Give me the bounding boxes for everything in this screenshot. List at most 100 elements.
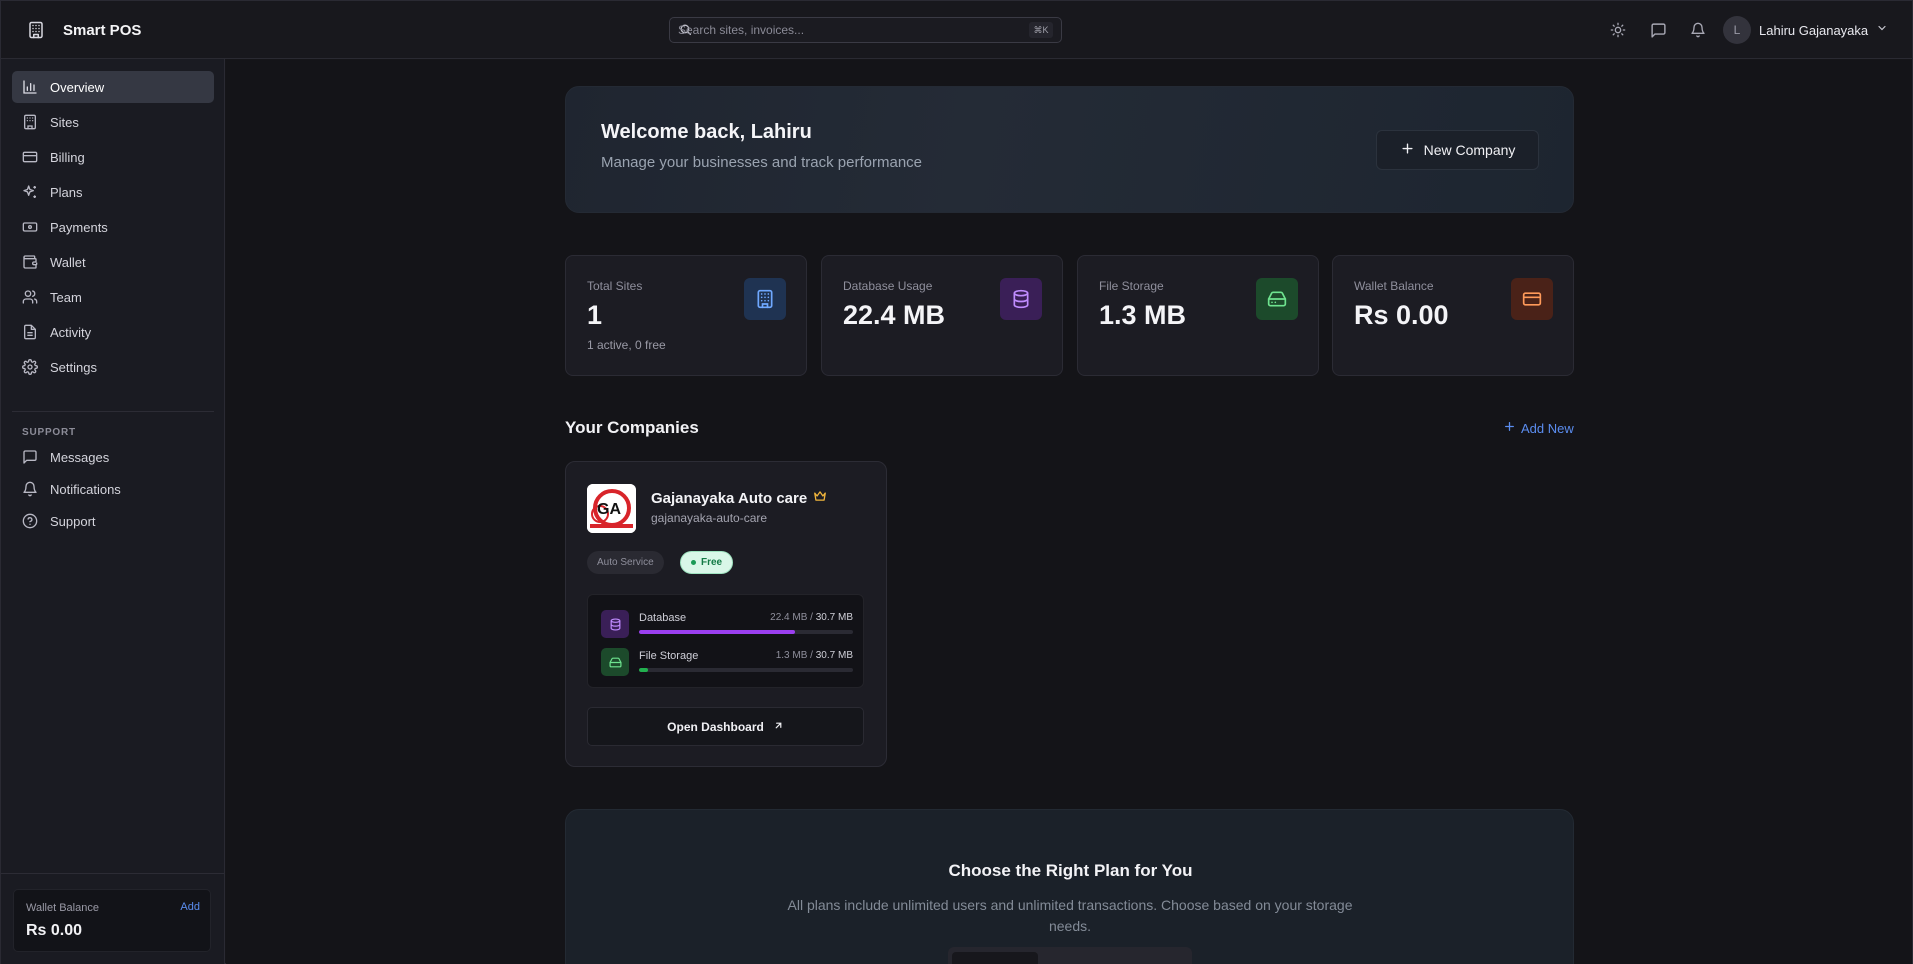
chevron-down-icon xyxy=(1876,21,1888,39)
stat-label: Wallet Balance xyxy=(1354,279,1434,293)
sparkles-icon xyxy=(22,184,38,200)
add-new-company-link[interactable]: Add New xyxy=(1503,420,1574,436)
arrow-up-right-icon xyxy=(773,720,784,734)
app-window: Smart POS ⌘K L Lahiru Gajanayaka xyxy=(0,0,1913,964)
sidebar: Overview Sites Billing Plans Payments Wa… xyxy=(1,59,225,964)
toggle-segment-active[interactable] xyxy=(952,952,1038,964)
usage-row-file-storage: File Storage 1.3 MB / 30.7 MB xyxy=(601,648,853,676)
sidebar-item-label: Sites xyxy=(50,114,79,130)
user-name: Lahiru Gajanayaka xyxy=(1759,22,1869,38)
company-name-row[interactable]: Gajanayaka Auto care xyxy=(651,489,827,507)
plans-section: Choose the Right Plan for You All plans … xyxy=(565,809,1574,964)
open-dashboard-label: Open Dashboard xyxy=(667,719,764,734)
company-logo: GA xyxy=(587,484,636,533)
gear-icon xyxy=(22,359,38,375)
usage-total: 30.7 MB xyxy=(815,650,853,661)
banknote-icon xyxy=(22,219,38,235)
sidebar-item-plans[interactable]: Plans xyxy=(12,176,214,208)
open-dashboard-button[interactable]: Open Dashboard xyxy=(587,707,864,746)
building-icon xyxy=(744,278,786,320)
add-new-label: Add New xyxy=(1521,420,1574,436)
sidebar-item-label: Notifications xyxy=(50,481,121,497)
usage-used: 1.3 MB xyxy=(775,650,808,661)
sidebar-divider xyxy=(12,411,214,412)
wallet-add-link[interactable]: Add xyxy=(180,901,200,913)
sidebar-wallet-card: Wallet Balance Add Rs 0.00 xyxy=(13,889,211,952)
main-content: Welcome back, Lahiru Manage your busines… xyxy=(226,60,1912,964)
sidebar-item-settings[interactable]: Settings xyxy=(12,351,214,383)
stat-label: Total Sites xyxy=(587,279,643,293)
billing-period-toggle[interactable] xyxy=(948,947,1192,964)
bell-icon xyxy=(22,481,38,497)
wallet-value: Rs 0.00 xyxy=(26,922,83,939)
users-icon xyxy=(22,289,38,305)
sidebar-item-payments[interactable]: Payments xyxy=(12,211,214,243)
sidebar-item-sites[interactable]: Sites xyxy=(12,106,214,138)
stat-card-wallet-balance: Wallet Balance Rs 0.00 xyxy=(1332,255,1574,376)
stat-card-total-sites: Total Sites 1 1 active, 0 free xyxy=(565,255,807,376)
sidebar-item-label: Overview xyxy=(50,79,105,95)
top-bar: Smart POS ⌘K L Lahiru Gajanayaka xyxy=(1,1,1912,59)
stat-value: Rs 0.00 xyxy=(1354,300,1449,330)
plans-subtitle: All plans include unlimited users and un… xyxy=(787,897,1353,934)
sidebar-item-messages[interactable]: Messages xyxy=(12,442,214,472)
stat-card-database-usage: Database Usage 22.4 MB xyxy=(821,255,1063,376)
user-menu[interactable]: L Lahiru Gajanayaka xyxy=(1723,16,1888,44)
stat-value: 1.3 MB xyxy=(1099,300,1187,330)
support-nav: Messages Notifications Support xyxy=(12,442,214,538)
sidebar-item-label: Wallet xyxy=(50,254,86,270)
brand-name: Smart POS xyxy=(63,21,142,39)
theme-toggle-sun-icon[interactable] xyxy=(1607,19,1629,41)
sidebar-item-overview[interactable]: Overview xyxy=(12,71,214,103)
wallet-icon xyxy=(22,254,38,270)
building-icon xyxy=(22,114,38,130)
sidebar-item-label: Activity xyxy=(50,324,92,340)
sidebar-item-label: Settings xyxy=(50,359,97,375)
plus-icon xyxy=(1503,420,1516,436)
stats-row: Total Sites 1 1 active, 0 free Database … xyxy=(565,255,1574,376)
usage-progress-fill xyxy=(639,630,796,634)
file-text-icon xyxy=(22,324,38,340)
usage-value: 22.4 MB / 30.7 MB xyxy=(770,612,853,623)
usage-label: Database xyxy=(639,612,687,624)
messages-icon[interactable] xyxy=(1647,19,1669,41)
usage-total: 30.7 MB xyxy=(815,612,853,623)
sidebar-item-support[interactable]: Support xyxy=(12,506,214,536)
stat-value: 22.4 MB xyxy=(843,300,946,330)
company-card: GA Gajanayaka Auto care gajanayaka-auto-… xyxy=(565,461,887,767)
sidebar-divider xyxy=(1,873,224,874)
brand[interactable]: Smart POS xyxy=(23,17,141,43)
sidebar-item-notifications[interactable]: Notifications xyxy=(12,474,214,504)
bar-chart-icon xyxy=(22,79,38,95)
avatar: L xyxy=(1723,16,1751,44)
stat-subtext: 1 active, 0 free xyxy=(587,338,666,352)
welcome-banner: Welcome back, Lahiru Manage your busines… xyxy=(565,86,1574,213)
usage-row-database: Database 22.4 MB / 30.7 MB xyxy=(601,610,853,638)
support-section-label: SUPPORT xyxy=(22,427,76,438)
new-company-button[interactable]: New Company xyxy=(1376,130,1539,170)
building-icon xyxy=(23,17,49,43)
shortcut-hint: ⌘K xyxy=(1029,22,1053,38)
plus-icon xyxy=(1400,141,1415,159)
search-input[interactable] xyxy=(678,18,1018,42)
credit-card-icon xyxy=(1511,278,1553,320)
hard-drive-icon xyxy=(601,648,629,676)
sidebar-item-activity[interactable]: Activity xyxy=(12,316,214,348)
stat-label: Database Usage xyxy=(843,279,933,293)
stat-label: File Storage xyxy=(1099,279,1164,293)
sidebar-item-team[interactable]: Team xyxy=(12,281,214,313)
usage-value: 1.3 MB / 30.7 MB xyxy=(775,650,853,661)
notifications-bell-icon[interactable] xyxy=(1687,19,1709,41)
usage-progress-bar xyxy=(639,668,853,672)
database-icon xyxy=(601,610,629,638)
company-slug: gajanayaka-auto-care xyxy=(651,511,768,525)
hard-drive-icon xyxy=(1256,278,1298,320)
sidebar-item-billing[interactable]: Billing xyxy=(12,141,214,173)
status-dot xyxy=(691,560,696,565)
top-actions xyxy=(1607,19,1709,41)
sidebar-item-wallet[interactable]: Wallet xyxy=(12,246,214,278)
help-circle-icon xyxy=(22,513,38,529)
usage-used: 22.4 MB xyxy=(770,612,808,623)
search-box[interactable]: ⌘K xyxy=(669,17,1062,43)
sidebar-item-label: Payments xyxy=(50,219,108,235)
